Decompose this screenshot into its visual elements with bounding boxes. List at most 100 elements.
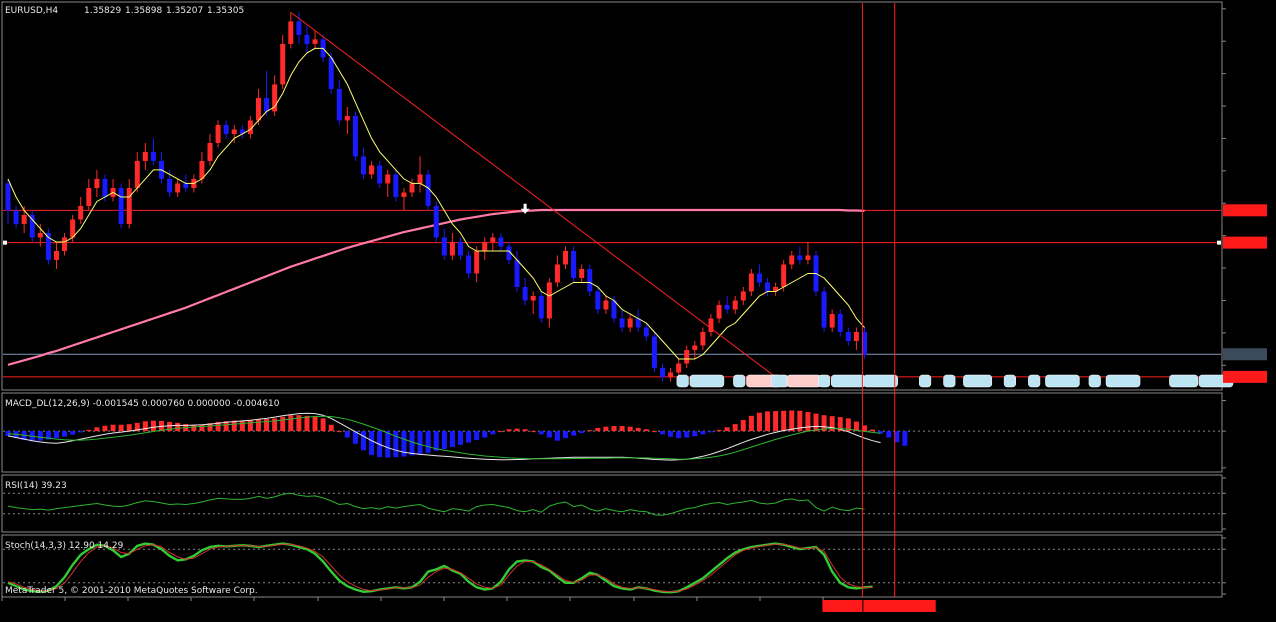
macd-histogram-bar	[765, 411, 771, 432]
macd-histogram-bar	[870, 429, 876, 432]
macd-histogram-bar	[700, 431, 706, 435]
time-bubble	[1045, 374, 1080, 388]
macd-histogram-bar	[361, 431, 367, 451]
time-badge	[822, 600, 863, 612]
time-bubble	[863, 374, 898, 388]
bull-candle	[700, 331, 706, 346]
bear-candle	[595, 291, 601, 310]
macd-histogram-bar	[498, 431, 504, 433]
bull-candle	[255, 97, 261, 121]
bull-candle	[231, 129, 237, 134]
macd-histogram-bar	[789, 410, 795, 432]
macd-histogram-bar	[320, 418, 326, 432]
bull-candle	[280, 43, 286, 85]
macd-histogram-bar	[538, 431, 544, 435]
macd-histogram-bar	[53, 431, 59, 439]
bull-candle	[474, 250, 480, 274]
price-tag	[1223, 370, 1267, 383]
bear-candle	[150, 151, 156, 161]
macd-histogram-bar	[425, 431, 431, 453]
bear-candle	[756, 273, 762, 283]
bear-candle	[587, 268, 593, 292]
macd-histogram-bar	[191, 424, 197, 432]
bear-candle	[304, 34, 310, 44]
chart-background	[0, 0, 1276, 618]
bull-candle	[684, 349, 690, 364]
bull-candle	[215, 124, 221, 143]
bull-candle	[21, 214, 27, 224]
bull-candle	[748, 273, 754, 292]
chart-canvas[interactable]: EURUSD,H4 1.35829 1.35898 1.35207 1.3530…	[0, 0, 1276, 618]
bull-candle	[409, 183, 415, 193]
macd-histogram-bar	[732, 424, 738, 432]
bear-candle	[352, 115, 358, 157]
bear-candle	[361, 156, 367, 175]
macd-histogram-bar	[102, 425, 108, 432]
rsi-title: RSI(14) 39.23	[5, 481, 67, 491]
bear-candle	[296, 21, 302, 35]
macd-histogram-bar	[417, 431, 423, 455]
bear-candle	[571, 250, 577, 278]
macd-histogram-bar	[457, 431, 463, 445]
macd-histogram-bar	[643, 429, 649, 432]
macd-histogram-bar	[288, 415, 294, 432]
macd-histogram-bar	[611, 426, 617, 432]
bear-candle	[651, 336, 657, 368]
bull-candle	[175, 183, 181, 193]
macd-histogram-bar	[142, 421, 148, 432]
macd-histogram-bar	[813, 413, 819, 432]
macd-histogram-bar	[684, 431, 690, 438]
macd-histogram-bar	[781, 410, 787, 432]
bear-candle	[538, 295, 544, 319]
bear-candle	[514, 259, 520, 287]
macd-histogram-bar	[304, 415, 310, 432]
terminal-chart-window: EURUSD,H4 1.35829 1.35898 1.35207 1.3530…	[0, 0, 1276, 618]
bear-candle	[5, 183, 11, 211]
macd-histogram-bar	[716, 429, 722, 432]
bear-candle	[336, 88, 342, 121]
macd-histogram-bar	[530, 431, 536, 433]
macd-histogram-bar	[86, 429, 92, 432]
bull-candle	[134, 160, 140, 188]
bull-candle	[530, 295, 536, 301]
macd-histogram-bar	[78, 431, 84, 433]
time-bubble	[1169, 374, 1199, 388]
bull-candle	[78, 205, 84, 220]
bear-candle	[118, 187, 124, 224]
bear-candle	[183, 183, 189, 188]
macd-histogram-bar	[490, 431, 496, 435]
macd-histogram-bar	[336, 431, 342, 433]
macd-histogram-bar	[554, 431, 560, 441]
macd-histogram-bar	[514, 428, 520, 432]
bull-candle	[37, 232, 43, 238]
macd-histogram-bar	[563, 431, 569, 439]
bull-candle	[692, 345, 698, 350]
macd-histogram-bar	[805, 412, 811, 432]
macd-histogram-bar	[409, 431, 415, 456]
macd-histogram-bar	[449, 431, 455, 448]
bear-candle	[13, 210, 19, 224]
macd-histogram-bar	[756, 412, 762, 432]
macd-histogram-bar	[247, 420, 253, 432]
bull-candle	[70, 219, 76, 238]
macd-histogram-bar	[635, 427, 641, 432]
ohlc-open: 1.35829	[84, 6, 121, 16]
bull-candle	[207, 142, 213, 161]
macd-histogram-bar	[627, 426, 633, 432]
time-bubble	[1028, 374, 1041, 388]
ohlc-close: 1.35305	[207, 6, 244, 16]
macd-histogram-bar	[603, 426, 609, 432]
bear-candle	[797, 255, 803, 260]
bull-candle	[676, 363, 682, 373]
bull-candle	[401, 192, 407, 197]
macd-histogram-bar	[579, 431, 585, 434]
macd-histogram-bar	[659, 431, 665, 435]
edge-marker	[1217, 240, 1221, 245]
bear-candle	[643, 327, 649, 337]
time-bubble	[786, 374, 822, 388]
time-bubble	[818, 374, 831, 388]
macd-histogram-bar	[571, 431, 577, 436]
time-badge	[863, 600, 936, 612]
macd-histogram-bar	[441, 431, 447, 449]
macd-histogram-bar	[118, 424, 124, 432]
